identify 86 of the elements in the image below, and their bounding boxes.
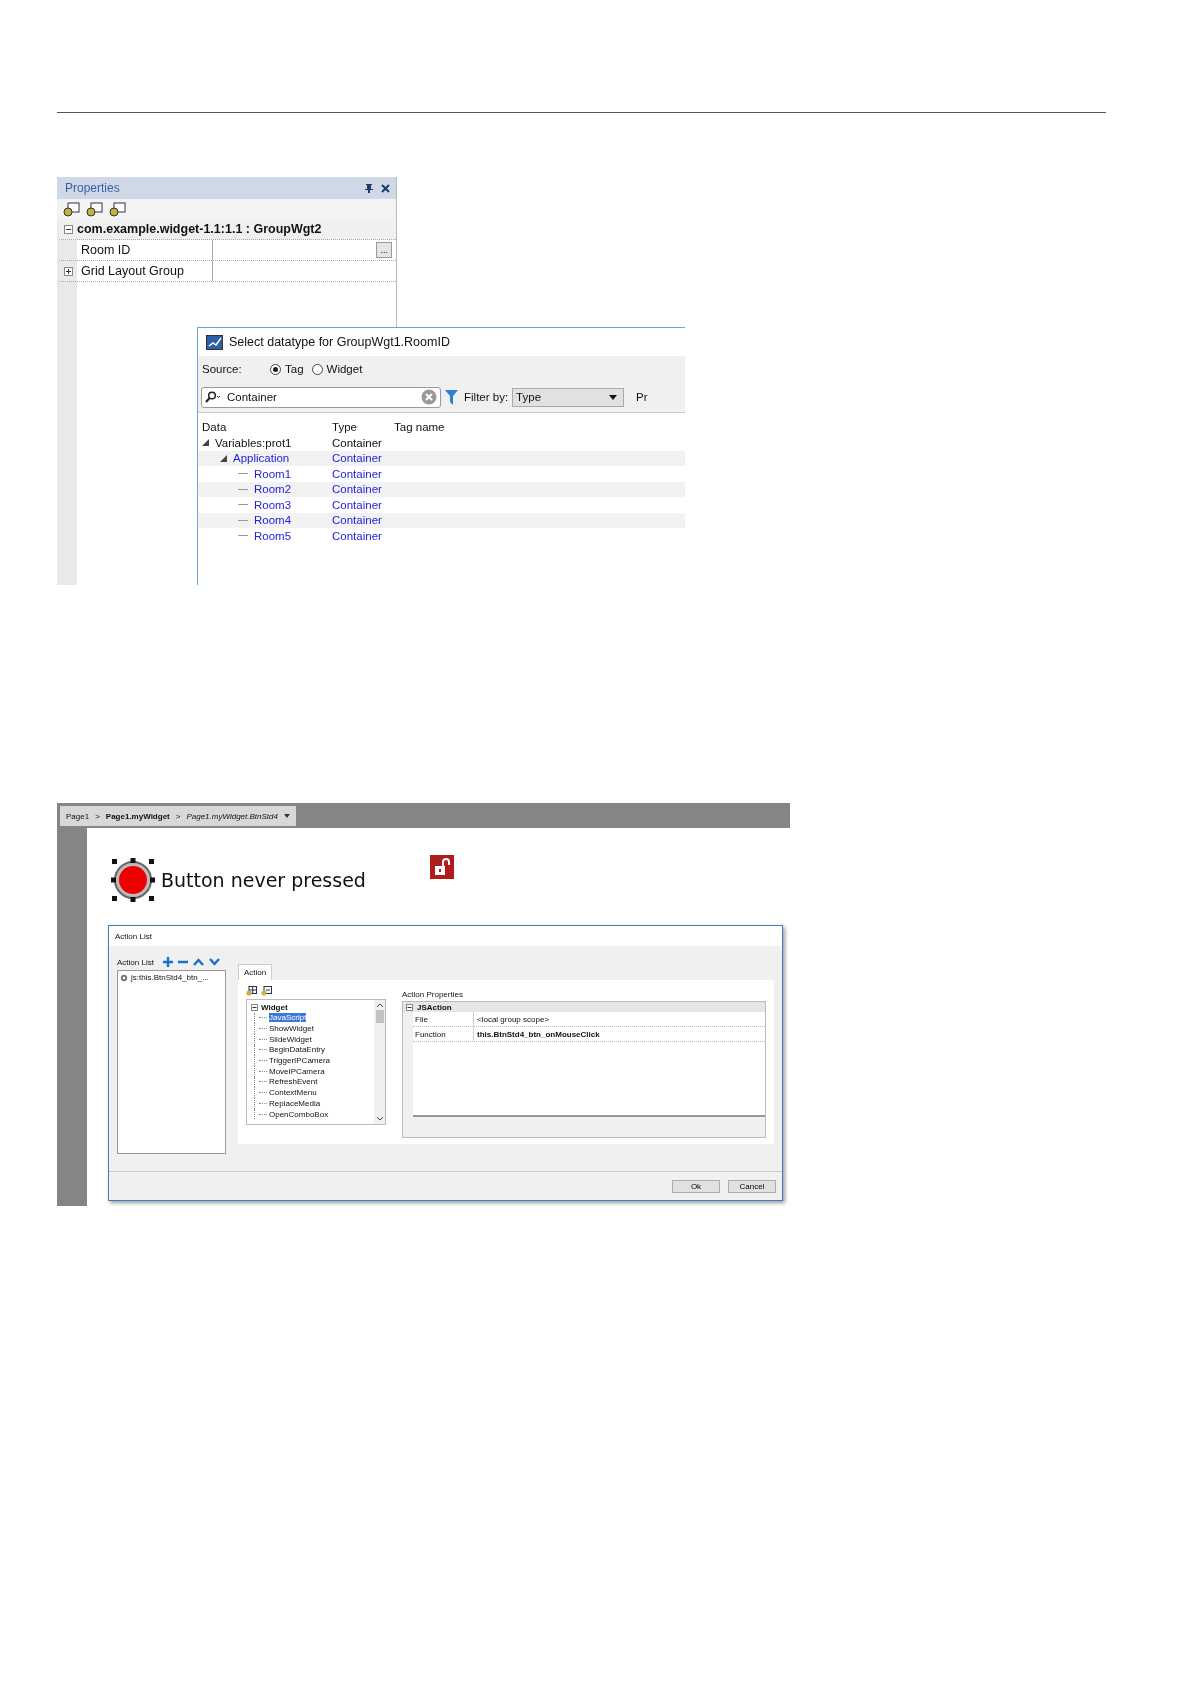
source-radio[interactable]: Widget <box>311 363 363 375</box>
tree-item[interactable]: JavaScript <box>269 1013 307 1023</box>
tree-item[interactable]: OpenComboBox <box>269 1109 329 1119</box>
property-value[interactable]: this.BtnStd4_btn_onMouseClick <box>474 1029 600 1039</box>
tree-item[interactable]: BeginDataEntry <box>269 1045 326 1055</box>
tree-item[interactable]: Room4 <box>254 514 292 527</box>
move-down-icon[interactable] <box>208 958 220 966</box>
table-cell-text: Container <box>332 467 383 480</box>
column-label: Pr <box>636 391 648 403</box>
breadcrumb-separator: > <box>95 811 100 821</box>
push-button-widget-icon[interactable] <box>111 858 155 902</box>
column-header[interactable]: Data <box>198 421 332 433</box>
tree-item[interactable]: TriggerIPCamera <box>269 1056 331 1066</box>
filter-label: Filter by: <box>464 391 509 403</box>
breadcrumb-item[interactable]: Page1 <box>66 811 90 821</box>
breadcrumb-separator: > <box>175 811 181 821</box>
source-label: Source: <box>202 363 243 375</box>
panel-title: Properties <box>65 181 120 195</box>
search-field[interactable]: Container <box>201 386 441 408</box>
property-name: Room ID <box>77 240 213 260</box>
unlocked-padlock-icon[interactable] <box>429 855 454 879</box>
tree-item[interactable]: MoveIPCamera <box>269 1066 325 1076</box>
column-header[interactable]: Type <box>332 421 394 433</box>
tab[interactable]: Action <box>238 964 273 980</box>
dropdown-arrow-icon <box>609 394 618 400</box>
filter-icon <box>445 389 458 405</box>
tree-item[interactable]: Room2 <box>254 483 292 496</box>
filter-dropdown[interactable]: Type <box>512 387 625 407</box>
table-cell-text: Container <box>332 514 383 527</box>
dialog-title: Action List <box>109 926 782 946</box>
dialog-button[interactable]: Cancel <box>728 1179 776 1193</box>
tree-item[interactable]: SlideWidget <box>269 1034 312 1044</box>
property-name: File <box>413 1012 474 1026</box>
collapse-toggle[interactable] <box>406 1003 413 1011</box>
tree-item[interactable]: ContextMenu <box>269 1088 317 1098</box>
widget-tool-icon[interactable] <box>261 986 272 996</box>
tree-item[interactable]: ShowWidget <box>269 1024 314 1034</box>
table-cell-text: Container <box>332 498 383 511</box>
table-cell-text: Container <box>332 483 383 496</box>
widget-tool-icon[interactable] <box>109 201 126 217</box>
widget-label: Button never pressed <box>161 869 366 891</box>
move-up-icon[interactable] <box>192 958 204 966</box>
tree-item[interactable]: Room5 <box>254 529 292 542</box>
tree-item[interactable]: Application <box>233 452 290 465</box>
dialog-button[interactable]: Ok <box>672 1179 720 1193</box>
search-icon <box>205 391 221 403</box>
breadcrumb-item[interactable]: Page1.myWidget <box>105 811 170 821</box>
widget-tool-icon[interactable] <box>86 201 103 217</box>
ellipsis-button[interactable]: ... <box>376 242 392 258</box>
property-value[interactable]: <local group scope> <box>474 1014 550 1024</box>
source-radio[interactable]: Tag <box>270 363 304 375</box>
property-group-title: com.example.widget-1.1:1.1 : GroupWgt2 <box>77 222 322 236</box>
breadcrumb-item[interactable]: Page1.myWidget.BtnStd4 <box>186 811 278 821</box>
list-label: Action List <box>117 957 154 967</box>
dialog-title: Select datatype for GroupWgt1.RoomID <box>229 335 450 349</box>
pin-icon[interactable] <box>365 183 373 193</box>
collapse-toggle[interactable] <box>251 1003 258 1011</box>
add-icon[interactable] <box>162 957 173 967</box>
property-name: Function <box>413 1027 474 1041</box>
chart-app-icon <box>206 334 223 350</box>
widget-tool-icon[interactable] <box>246 986 257 996</box>
scroll-up-icon[interactable] <box>376 1003 383 1007</box>
list-item[interactable]: js:this.BtnStd4_btn_... <box>131 973 209 982</box>
table-cell-text: Container <box>332 529 383 542</box>
tree-item[interactable]: Variables:prot1 <box>215 436 292 449</box>
scroll-down-icon[interactable] <box>376 1117 383 1121</box>
dropdown-arrow-icon[interactable] <box>284 814 290 818</box>
close-icon[interactable] <box>381 183 390 193</box>
table-cell-text: Container <box>332 452 383 465</box>
property-group-title: JSAction <box>417 1002 452 1012</box>
table-cell-text: Container <box>332 436 383 449</box>
clear-icon[interactable] <box>421 389 437 405</box>
scrollbar[interactable] <box>374 1000 385 1124</box>
tree-item[interactable]: Room1 <box>254 467 292 480</box>
expand-arrow-icon[interactable] <box>220 454 227 462</box>
scroll-thumb[interactable] <box>375 1010 384 1023</box>
section-label: Action Properties <box>402 989 464 1001</box>
expand-toggle[interactable] <box>63 266 73 276</box>
tree-item[interactable]: ReplaceMedia <box>269 1098 321 1108</box>
tree-item[interactable]: Room3 <box>254 498 292 511</box>
tree-item[interactable]: RefreshEvent <box>269 1077 318 1087</box>
tree-item[interactable]: Widget <box>261 1002 288 1012</box>
column-header[interactable]: Tag name <box>394 421 445 433</box>
widget-tool-icon[interactable] <box>63 201 80 217</box>
property-name: Grid Layout Group <box>77 261 213 281</box>
expand-arrow-icon[interactable] <box>202 439 209 447</box>
